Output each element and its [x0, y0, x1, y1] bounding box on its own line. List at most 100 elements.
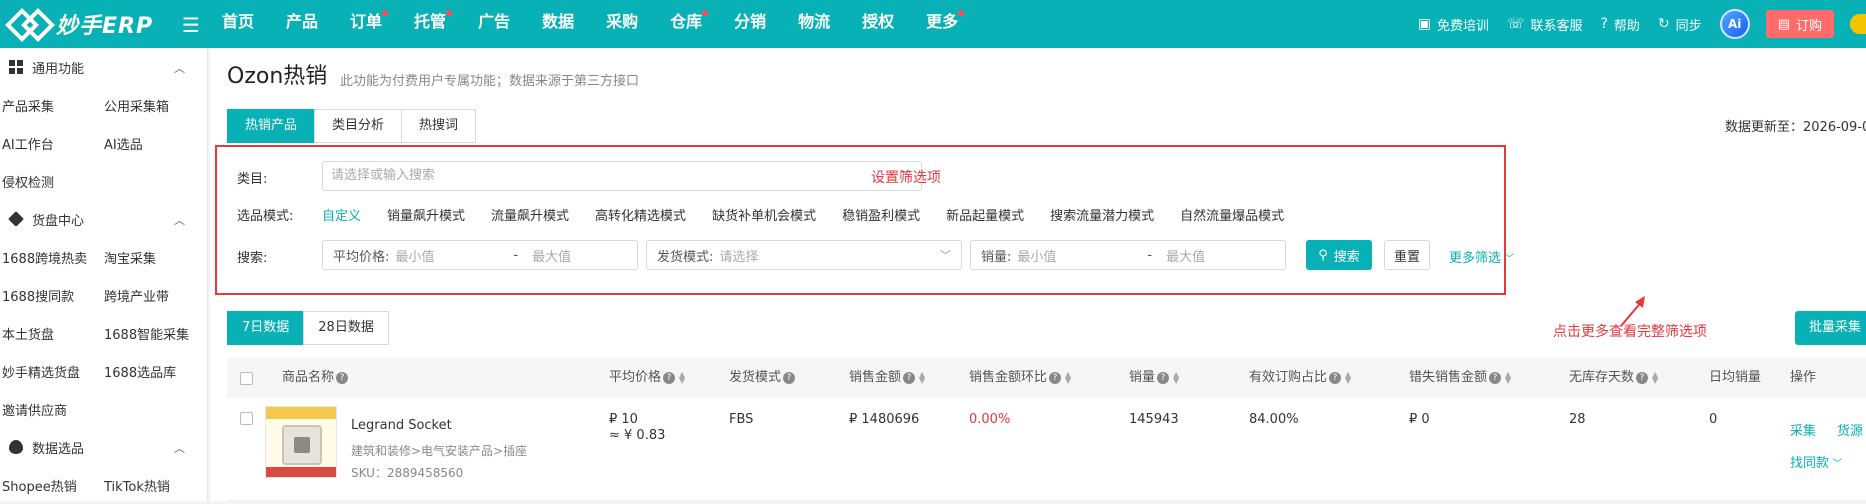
sidebar-section-supply[interactable]: 货盘中心 ︿ [0, 200, 207, 238]
help-icon[interactable]: ? [1636, 371, 1649, 384]
sidebar-item-curated-supply[interactable]: 妙手精选货盘 [0, 362, 102, 381]
nav-item-more[interactable]: 更多 [926, 0, 965, 48]
col-no-stock-days[interactable]: 无库存天数? ▲ ▼ [1569, 358, 1658, 398]
nav-item-purchase[interactable]: 采购 [606, 0, 638, 48]
sidebar-section-general[interactable]: 通用功能 ︿ [0, 48, 207, 86]
nav-item-data[interactable]: 数据 [542, 0, 574, 48]
sidebar-item-shopee-hot[interactable]: Shopee热销 [0, 476, 102, 495]
nav-item-products[interactable]: 产品 [286, 0, 318, 48]
help-icon[interactable]: ? [903, 371, 916, 384]
tab-28-day[interactable]: 28日数据 [303, 311, 389, 345]
sidebar-item-1688-library[interactable]: 1688选品库 [102, 362, 204, 381]
help-icon[interactable]: ? [663, 371, 676, 384]
price-min-input[interactable]: 最小值 [395, 246, 499, 265]
nav-item-authorize[interactable]: 授权 [862, 0, 894, 48]
collect-link[interactable]: 采集 [1790, 420, 1816, 439]
sidebar-item-infringement-check[interactable]: 侵权检测 [0, 172, 102, 191]
sidebar-item-ai-workbench[interactable]: AI工作台 [0, 134, 102, 153]
select-all-checkbox[interactable] [240, 372, 253, 385]
sort-icon[interactable]: ▲ ▼ [919, 370, 925, 384]
tab-category-analysis[interactable]: 类目分析 [314, 109, 403, 143]
sidebar-item-product-collect[interactable]: 产品采集 [0, 96, 102, 115]
tab-hot-products[interactable]: 热销产品 [227, 109, 316, 143]
mode-organic-hit[interactable]: 自然流量爆品模式 [1180, 205, 1284, 224]
nav-item-home[interactable]: 首页 [222, 0, 254, 48]
sort-icon[interactable]: ▲ ▼ [679, 370, 685, 384]
sales-range-input[interactable]: 销量: 最小值 - 最大值 [970, 240, 1286, 270]
sidebar-item-public-collect-box[interactable]: 公用采集箱 [102, 96, 204, 115]
mode-sales-surge[interactable]: 销量飙升模式 [387, 205, 465, 224]
help-icon[interactable]: ? [1049, 371, 1062, 384]
sidebar-item-invite-supplier[interactable]: 邀请供应商 [0, 400, 102, 419]
col-daily-sales[interactable]: 日均销量 [1709, 358, 1769, 398]
reset-button[interactable]: 重置 [1384, 240, 1430, 270]
col-lost-sales[interactable]: 错失销售金额? ▲ ▼ [1409, 358, 1511, 398]
price-max-input[interactable]: 最大值 [532, 246, 571, 265]
tab-hot-keywords[interactable]: 热搜词 [401, 109, 477, 143]
sort-icon[interactable]: ▲ ▼ [1652, 370, 1658, 384]
nav-item-ads[interactable]: 广告 [478, 0, 510, 48]
mode-restock-opportunity[interactable]: 缺货补单机会模式 [712, 205, 816, 224]
nav-item-warehouse[interactable]: 仓库 [670, 0, 709, 48]
mode-high-conversion[interactable]: 高转化精选模式 [595, 205, 686, 224]
chevron-up-icon[interactable]: ︿ [174, 60, 185, 76]
ship-mode-select[interactable]: 发货模式: 请选择 ﹀ [646, 240, 962, 270]
sidebar-item-1688-same[interactable]: 1688搜同款 [0, 286, 102, 305]
mode-new-product[interactable]: 新品起量模式 [946, 205, 1024, 224]
tab-7-day[interactable]: 7日数据 [227, 311, 305, 345]
help-icon[interactable]: ? [1489, 371, 1502, 384]
find-same-link[interactable]: 找同款 ﹀ [1790, 452, 1842, 471]
nav-item-orders[interactable]: 订单 [350, 0, 389, 48]
help-link[interactable]: ? 帮助 [1600, 15, 1639, 34]
sales-max-input[interactable]: 最大值 [1166, 246, 1205, 265]
category-select[interactable]: 请选择或输入搜索 ﹀ [322, 161, 922, 191]
mode-traffic-surge[interactable]: 流量飙升模式 [491, 205, 569, 224]
help-icon[interactable]: ? [783, 371, 796, 384]
sort-icon[interactable]: ▲ ▼ [1065, 370, 1071, 384]
ai-assistant-button[interactable]: Ai [1719, 9, 1750, 39]
sort-icon[interactable]: ▲ ▼ [1173, 370, 1179, 384]
sales-min-input[interactable]: 最小值 [1017, 246, 1133, 265]
sort-icon[interactable]: ▲ ▼ [1505, 370, 1511, 384]
batch-collect-button[interactable]: 批量采集 [1795, 311, 1866, 345]
training-link[interactable]: ▣ 免费培训 [1418, 15, 1489, 34]
col-sales[interactable]: 销量? ▲ ▼ [1129, 358, 1179, 398]
row-checkbox[interactable] [240, 412, 253, 425]
nav-item-hosting[interactable]: 托管 [414, 0, 453, 48]
col-avg-price[interactable]: 平均价格? ▲ ▼ [609, 358, 685, 398]
col-sales-change[interactable]: 销售金额环比? ▲ ▼ [969, 358, 1071, 398]
chevron-up-icon[interactable]: ︿ [174, 440, 185, 456]
sidebar-item-industry-belt[interactable]: 跨境产业带 [102, 286, 204, 305]
help-icon[interactable]: ? [336, 371, 349, 384]
order-button[interactable]: ▤ 订购 [1765, 10, 1834, 38]
mode-stable-profit[interactable]: 稳销盈利模式 [842, 205, 920, 224]
mode-search-potential[interactable]: 搜索流量潜力模式 [1050, 205, 1154, 224]
sidebar-section-data[interactable]: 数据选品 ︿ [0, 428, 207, 466]
col-sales-amount[interactable]: 销售金额? ▲ ▼ [849, 358, 925, 398]
sidebar-item-local-supply[interactable]: 本土货盘 [0, 324, 102, 343]
brand-logo[interactable]: 妙手ERP [8, 6, 153, 42]
help-icon[interactable]: ? [1157, 371, 1170, 384]
price-range-input[interactable]: 平均价格: 最小值 - 最大值 [322, 240, 638, 270]
menu-toggle-icon[interactable]: ☰ [182, 13, 200, 37]
search-button[interactable]: ⚲ 搜索 [1306, 240, 1372, 270]
more-filters-link[interactable]: 更多筛选 ﹀ [1449, 247, 1514, 266]
sidebar-item-tiktok-hot[interactable]: TikTok热销 [102, 476, 204, 495]
sidebar-item-ai-selection[interactable]: AI选品 [102, 134, 204, 153]
source-link[interactable]: 货源 [1837, 420, 1863, 439]
product-name[interactable]: Legrand Socket [351, 418, 452, 433]
mode-custom[interactable]: 自定义 [322, 205, 361, 224]
nav-item-logistics[interactable]: 物流 [798, 0, 830, 48]
product-thumbnail[interactable] [265, 406, 337, 478]
sort-icon[interactable]: ▲ ▼ [1345, 370, 1351, 384]
chevron-up-icon[interactable]: ︿ [174, 212, 185, 228]
col-order-ratio[interactable]: 有效订购占比? ▲ ▼ [1249, 358, 1351, 398]
edge-float-icon[interactable] [1850, 14, 1866, 34]
nav-item-distribution[interactable]: 分销 [734, 0, 766, 48]
support-link[interactable]: ☏ 联系客服 [1507, 15, 1583, 34]
sidebar-item-taobao-collect[interactable]: 淘宝采集 [102, 248, 204, 267]
sidebar-item-1688-smart[interactable]: 1688智能采集 [102, 324, 204, 343]
help-icon[interactable]: ? [1329, 371, 1342, 384]
sidebar-item-1688-hot[interactable]: 1688跨境热卖 [0, 248, 102, 267]
sync-link[interactable]: ↻ 同步 [1658, 15, 1702, 34]
